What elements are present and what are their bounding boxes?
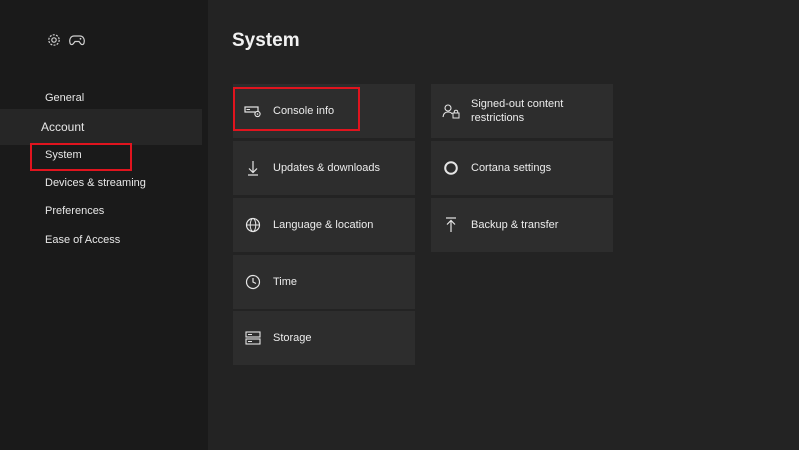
language-location-label: Language & location	[273, 219, 374, 231]
cortana-ring-icon	[431, 160, 471, 176]
console-info-tile[interactable]: Console info	[233, 84, 415, 138]
time-tile[interactable]: Time	[233, 255, 415, 309]
console-icon	[233, 104, 273, 118]
sidebar-item-ease-of-access[interactable]: Ease of Access	[0, 227, 202, 253]
sidebar-item-general[interactable]: General	[0, 85, 202, 111]
sidebar-item-account[interactable]: Account	[0, 109, 202, 145]
controller-icon[interactable]	[68, 32, 86, 48]
backup-transfer-label: Backup & transfer	[471, 219, 559, 231]
storage-label: Storage	[273, 332, 312, 344]
sidebar-item-devices-streaming[interactable]: Devices & streaming	[0, 170, 202, 196]
cortana-settings-tile[interactable]: Cortana settings	[431, 141, 613, 195]
storage-icon	[233, 331, 273, 345]
upload-arrow-icon	[431, 217, 471, 233]
sidebar: General Account System Devices & streami…	[0, 0, 208, 450]
download-arrow-icon	[233, 160, 273, 176]
time-label: Time	[273, 276, 298, 288]
user-lock-icon	[431, 103, 471, 119]
sidebar-item-preferences[interactable]: Preferences	[0, 198, 202, 224]
sidebar-item-system[interactable]: System	[0, 142, 202, 168]
updates-downloads-tile[interactable]: Updates & downloads	[233, 141, 415, 195]
clock-icon	[233, 274, 273, 290]
top-icons	[46, 32, 86, 48]
signed-out-content-restrictions-label: Signed-out content restrictions	[471, 98, 564, 124]
signed-out-content-restrictions-tile[interactable]: Signed-out content restrictions	[431, 84, 613, 138]
backup-transfer-tile[interactable]: Backup & transfer	[431, 198, 613, 252]
updates-downloads-label: Updates & downloads	[273, 162, 381, 174]
globe-icon	[233, 217, 273, 233]
gear-icon[interactable]	[46, 32, 62, 48]
page-title: System	[232, 30, 300, 51]
console-info-label: Console info	[273, 105, 335, 117]
cortana-settings-label: Cortana settings	[471, 162, 552, 174]
language-location-tile[interactable]: Language & location	[233, 198, 415, 252]
storage-tile[interactable]: Storage	[233, 311, 415, 365]
